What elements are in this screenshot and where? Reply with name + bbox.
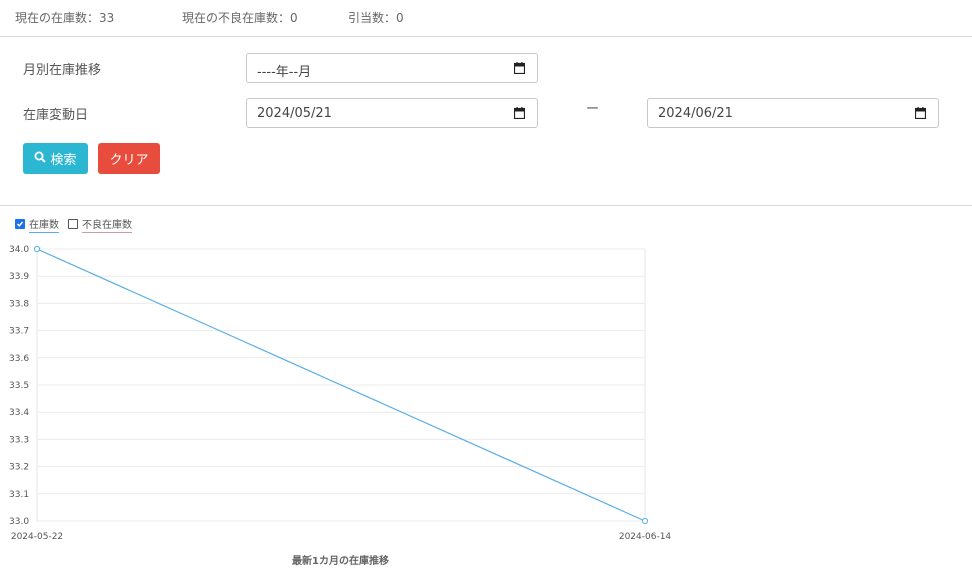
stock-trend-chart: 34.0 33.9 33.8 33.7 33.6 33.5 33.4 33.3 33.2 33.1… bbox=[9, 245, 672, 542]
y-tick-label: 33.0 bbox=[9, 517, 29, 527]
y-tick-label: 33.2 bbox=[9, 463, 29, 473]
legend-defective-label: 不良在庫数 bbox=[82, 216, 132, 233]
defective-checkbox[interactable] bbox=[68, 219, 78, 229]
monthly-input[interactable]: ----年--月 bbox=[246, 53, 538, 83]
allocated-stat: 引当数：0 bbox=[348, 11, 404, 25]
x-tick-label: 2024-06-14 bbox=[619, 532, 672, 542]
legend-stock[interactable]: 在庫数 bbox=[15, 216, 59, 233]
search-button[interactable]: 検索 bbox=[23, 143, 88, 174]
current-stock-stat: 現在の在庫数：33 bbox=[15, 11, 115, 25]
y-tick-label: 33.4 bbox=[9, 408, 29, 418]
y-tick-label: 33.9 bbox=[9, 272, 29, 282]
stock-checkbox[interactable] bbox=[15, 219, 25, 229]
calendar-icon[interactable] bbox=[914, 107, 927, 123]
monthly-value: ----年--月 bbox=[257, 65, 312, 80]
date-from-value: 2024/05/21 bbox=[257, 106, 332, 121]
y-tick-label: 33.8 bbox=[9, 299, 29, 309]
clear-button[interactable]: クリア bbox=[98, 143, 160, 174]
search-button-label: 検索 bbox=[50, 153, 77, 168]
legend-defective[interactable]: 不良在庫数 bbox=[68, 216, 132, 233]
y-tick-label: 34.0 bbox=[9, 245, 29, 255]
date-to-input[interactable]: 2024/06/21 bbox=[647, 98, 939, 128]
current-defective-stat: 現在の不良在庫数：0 bbox=[182, 11, 298, 25]
y-tick-label: 33.7 bbox=[9, 327, 29, 337]
calendar-icon[interactable] bbox=[513, 107, 526, 123]
date-to-value: 2024/06/21 bbox=[658, 106, 733, 121]
y-tick-label: 33.5 bbox=[9, 381, 29, 391]
y-tick-label: 33.1 bbox=[9, 490, 29, 500]
data-point bbox=[33, 245, 41, 253]
legend-stock-label: 在庫数 bbox=[29, 216, 59, 233]
date-from-input[interactable]: 2024/05/21 bbox=[246, 98, 538, 128]
data-point bbox=[641, 517, 649, 525]
y-tick-label: 33.6 bbox=[9, 354, 29, 364]
range-separator: ー bbox=[586, 102, 600, 117]
chart-title: 最新1カ月の在庫推移 bbox=[292, 556, 389, 567]
section-divider bbox=[0, 205, 972, 206]
stats-bar: 現在の在庫数：33 現在の不良在庫数：0 引当数：0 bbox=[0, 0, 972, 37]
calendar-icon[interactable] bbox=[513, 62, 526, 78]
search-icon bbox=[34, 151, 47, 167]
monthly-label: 月別在庫推移 bbox=[23, 63, 102, 78]
clear-button-label: クリア bbox=[109, 153, 149, 168]
x-tick-label: 2024-05-22 bbox=[11, 532, 63, 542]
y-tick-label: 33.3 bbox=[9, 435, 29, 445]
change-date-label: 在庫変動日 bbox=[23, 108, 89, 123]
